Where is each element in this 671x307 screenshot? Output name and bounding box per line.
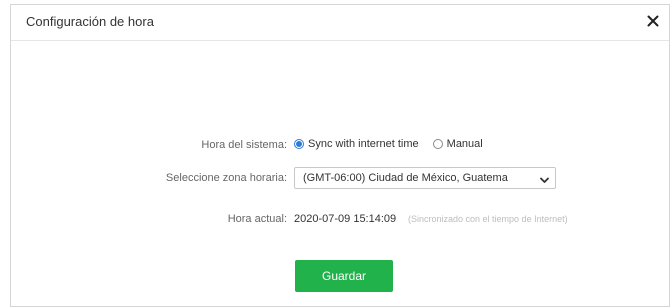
sync-status-note: (Sincronizado con el tiempo de Internet) <box>408 214 568 224</box>
current-time-value: 2020-07-09 15:14:09 <box>294 213 397 225</box>
system-time-radio-group: Sync with internet time Manual <box>294 138 483 150</box>
radio-sync-internet[interactable]: Sync with internet time <box>294 138 419 150</box>
system-time-label: Hora del sistema: <box>201 139 287 151</box>
timezone-select[interactable]: (GMT-06:00) Ciudad de México, Guatema <box>294 167 556 189</box>
timezone-label: Seleccione zona horaria: <box>165 172 287 184</box>
radio-sync-internet-label: Sync with internet time <box>308 138 419 150</box>
radio-checked-icon[interactable] <box>294 139 304 149</box>
radio-manual-label: Manual <box>446 138 483 150</box>
save-button[interactable]: Guardar <box>295 260 393 292</box>
timezone-row: Seleccione zona horaria: (GMT-06:00) Ciu… <box>11 167 669 191</box>
radio-unchecked-icon[interactable] <box>432 139 443 149</box>
system-time-row: Hora del sistema: Sync with internet tim… <box>11 134 669 158</box>
chevron-down-icon[interactable] <box>540 175 549 187</box>
radio-manual[interactable]: Manual <box>432 138 483 150</box>
time-settings-dialog: Configuración de hora Hora del sistema: … <box>10 4 670 307</box>
close-icon[interactable] <box>645 13 661 29</box>
dialog-title: Configuración de hora <box>26 14 154 29</box>
current-time-label: Hora actual: <box>227 213 287 225</box>
current-time-row: Hora actual: 2020-07-09 15:14:09 (Sincro… <box>11 208 669 232</box>
dialog-header: Configuración de hora <box>11 5 669 41</box>
timezone-select-value: (GMT-06:00) Ciudad de México, Guatema <box>303 172 508 184</box>
